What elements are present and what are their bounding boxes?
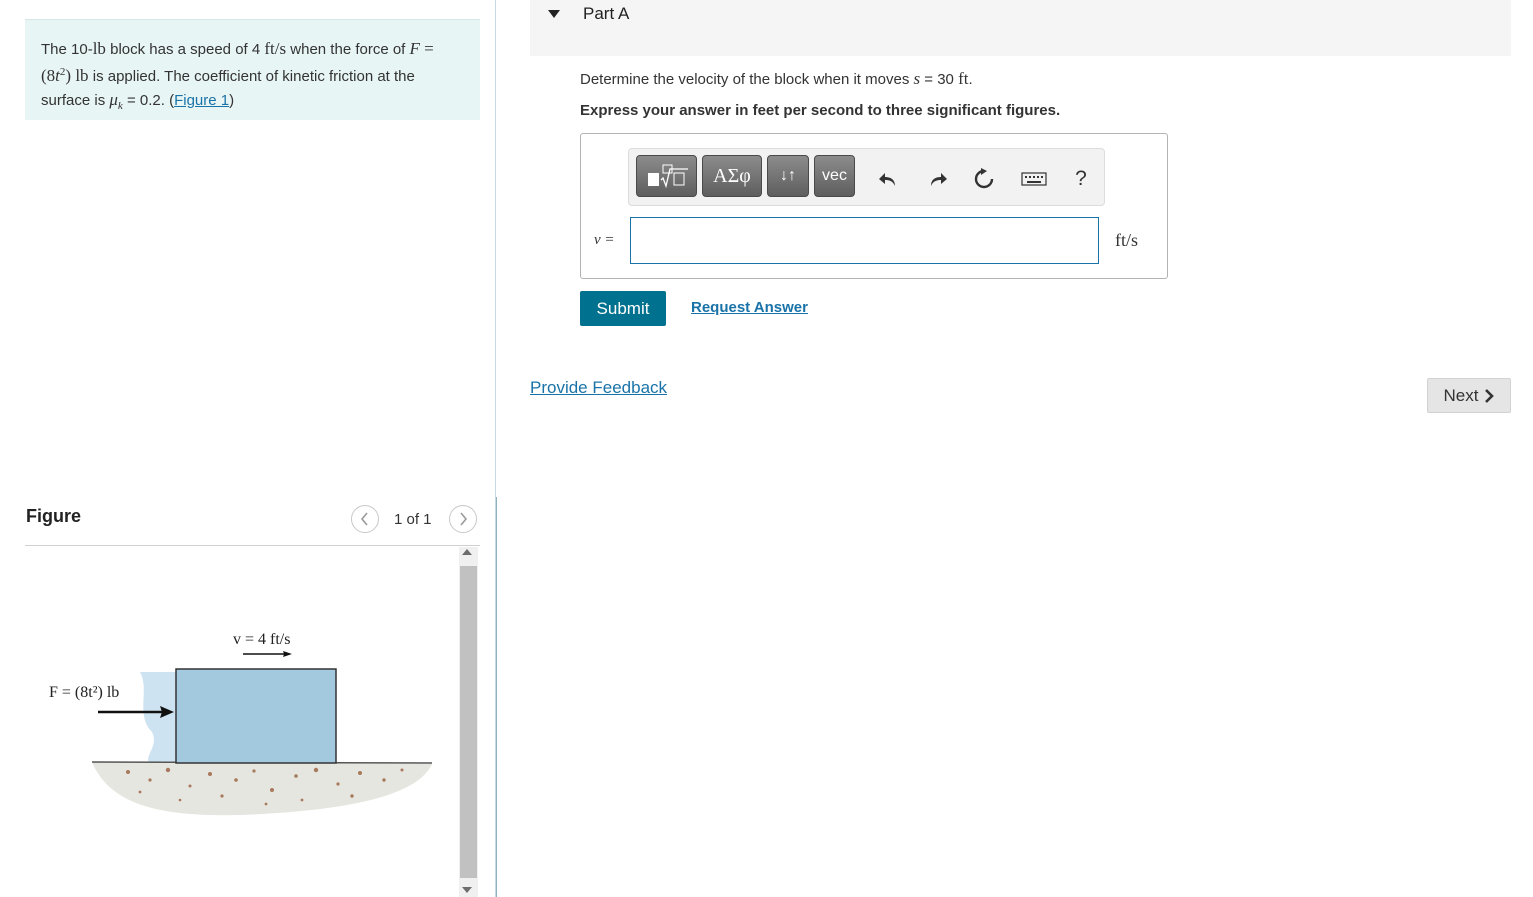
question-part: . <box>968 71 973 88</box>
reset-icon[interactable] <box>973 168 995 190</box>
math-var: μ <box>109 90 118 109</box>
next-button[interactable]: Next <box>1427 378 1511 413</box>
air-blur <box>140 672 176 765</box>
chevron-left-icon <box>360 512 368 526</box>
collapse-caret-icon[interactable] <box>548 10 560 18</box>
math-unit: ft <box>958 69 969 88</box>
figure-next-button[interactable] <box>449 505 477 533</box>
question-part: Determine the velocity of the block when… <box>580 71 914 88</box>
force-label: F = (8t²) lb <box>49 684 119 701</box>
figure-counter: 1 of 1 <box>394 511 432 528</box>
redo-icon[interactable] <box>927 168 949 190</box>
column-divider <box>496 497 497 897</box>
request-answer-link[interactable]: Request Answer <box>691 299 808 316</box>
keyboard-icon[interactable] <box>1020 168 1048 190</box>
answer-input[interactable] <box>630 217 1099 264</box>
block <box>175 668 337 764</box>
provide-feedback-link[interactable]: Provide Feedback <box>530 378 667 398</box>
templates-icon <box>647 164 688 189</box>
problem-text: ) <box>229 92 235 109</box>
templates-button[interactable] <box>636 155 697 197</box>
problem-text: block has a speed of 4 <box>105 41 265 58</box>
figure-divider <box>25 545 480 546</box>
math-expr: ) <box>65 66 76 85</box>
answer-unit-label: ft/s <box>1115 230 1139 250</box>
problem-statement: The 10-lb block has a speed of 4 ft/s wh… <box>25 19 480 120</box>
math-unit: lb <box>92 39 106 58</box>
figure-title: Figure <box>26 506 82 526</box>
problem-text: when the force of <box>286 41 410 58</box>
scroll-up-arrow-icon[interactable] <box>462 549 472 555</box>
help-icon[interactable]: ? <box>1070 167 1092 190</box>
scroll-down-arrow-icon[interactable] <box>462 887 472 893</box>
problem-text: The 10- <box>41 41 93 58</box>
scrollbar-thumb[interactable] <box>460 566 477 878</box>
math-unit: ft/s <box>264 39 287 58</box>
answer-variable-label: v = <box>594 232 615 248</box>
figure-prev-button[interactable] <box>351 505 379 533</box>
greek-symbols-button[interactable]: ΑΣφ <box>702 155 762 197</box>
ground <box>92 762 432 816</box>
subscript-superscript-button[interactable]: ↓↑ <box>767 155 809 197</box>
chevron-right-icon <box>1485 388 1495 403</box>
math-unit: lb <box>75 66 89 85</box>
chevron-right-icon <box>460 512 468 526</box>
question-part: = 30 <box>920 71 959 88</box>
instruction-text: Express your answer in feet per second t… <box>580 102 1061 119</box>
part-header[interactable] <box>530 0 1511 56</box>
vector-button[interactable]: vec <box>814 155 855 197</box>
part-title: Part A <box>583 4 630 23</box>
figure-illustration: v = 4 ft/s F = (8t²) lb <box>49 631 433 816</box>
submit-button[interactable]: Submit <box>580 291 666 326</box>
problem-text: = 0.2. ( <box>122 92 175 109</box>
velocity-arrowhead <box>283 651 292 657</box>
velocity-label: v = 4 ft/s <box>233 631 290 648</box>
question-text: Determine the velocity of the block when… <box>580 69 973 89</box>
undo-icon[interactable] <box>877 168 899 190</box>
next-label: Next <box>1443 385 1479 405</box>
figure-link[interactable]: Figure 1 <box>174 92 229 109</box>
math-var: F <box>409 39 420 58</box>
